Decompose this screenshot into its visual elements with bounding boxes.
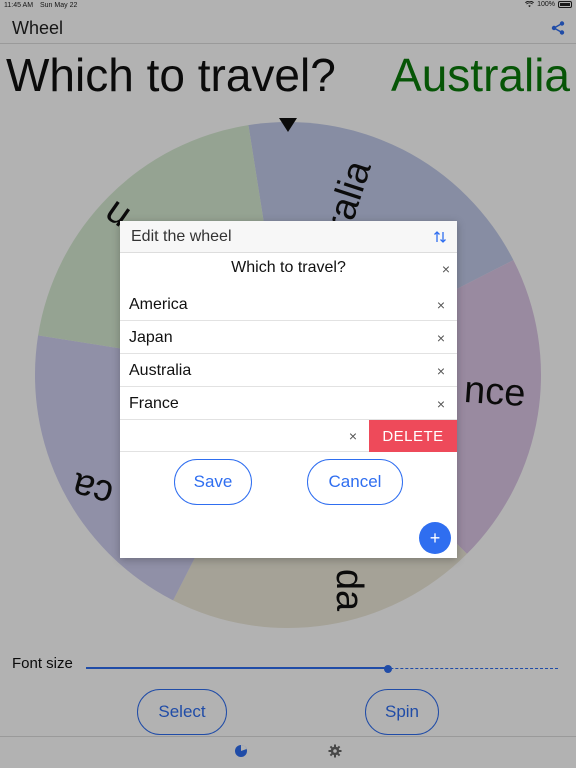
dialog-header: Edit the wheel <box>120 221 457 253</box>
cancel-button[interactable]: Cancel <box>307 459 403 505</box>
question-clear-icon[interactable]: × <box>439 261 453 277</box>
new-item-clear-icon[interactable]: × <box>349 428 357 444</box>
wheel-item-text[interactable]: France <box>129 395 179 413</box>
wheel-item-row[interactable]: Japan × <box>120 322 457 354</box>
save-button[interactable]: Save <box>174 459 252 505</box>
dialog-title: Edit the wheel <box>131 228 232 245</box>
remove-item-icon[interactable]: × <box>437 396 445 412</box>
wheel-item-row[interactable]: Australia × <box>120 355 457 387</box>
delete-button[interactable]: DELETE <box>369 420 457 452</box>
new-item-row[interactable]: × DELETE <box>120 420 457 452</box>
sort-icon[interactable] <box>432 229 448 245</box>
edit-wheel-dialog: Edit the wheel Which to travel? × Americ… <box>120 221 457 558</box>
dialog-question[interactable]: Which to travel? <box>120 259 457 277</box>
wheel-item-row[interactable]: France × <box>120 388 457 420</box>
wheel-item-text[interactable]: Japan <box>129 329 173 347</box>
add-item-button[interactable]: + <box>419 522 451 554</box>
remove-item-icon[interactable]: × <box>437 330 445 346</box>
remove-item-icon[interactable]: × <box>437 297 445 313</box>
wheel-item-row[interactable]: America × <box>120 289 457 321</box>
wheel-item-text[interactable]: Australia <box>129 362 191 380</box>
remove-item-icon[interactable]: × <box>437 363 445 379</box>
wheel-item-text[interactable]: America <box>129 296 188 314</box>
